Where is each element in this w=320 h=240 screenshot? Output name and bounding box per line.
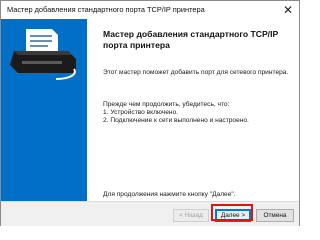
wizard-content: Мастер добавления стандартного TCP/IP по… xyxy=(87,19,299,201)
next-button-highlight xyxy=(211,204,253,221)
close-icon[interactable]: ✕ xyxy=(277,1,299,19)
cancel-button[interactable]: Отмена xyxy=(256,209,294,222)
wizard-sidebar xyxy=(1,19,87,201)
intro-text: Этот мастер поможет добавить порт для се… xyxy=(103,69,289,76)
title-bar: Мастер добавления стандартного порта TCP… xyxy=(1,1,299,19)
back-button[interactable]: < Назад xyxy=(173,209,209,222)
window-title: Мастер добавления стандартного порта TCP… xyxy=(7,5,205,14)
printer-network-icon xyxy=(10,29,76,80)
button-bar: < Назад Далее > Отмена xyxy=(1,201,299,226)
wizard-heading: Мастер добавления стандартного TCP/IP по… xyxy=(103,29,279,50)
prerequisite-step-2: 2. Подключение к сети выполнено и настро… xyxy=(103,117,249,124)
wizard-window: Мастер добавления стандартного порта TCP… xyxy=(0,0,300,226)
continue-hint: Для продолжения нажмите кнопку "Далее". xyxy=(103,191,236,198)
